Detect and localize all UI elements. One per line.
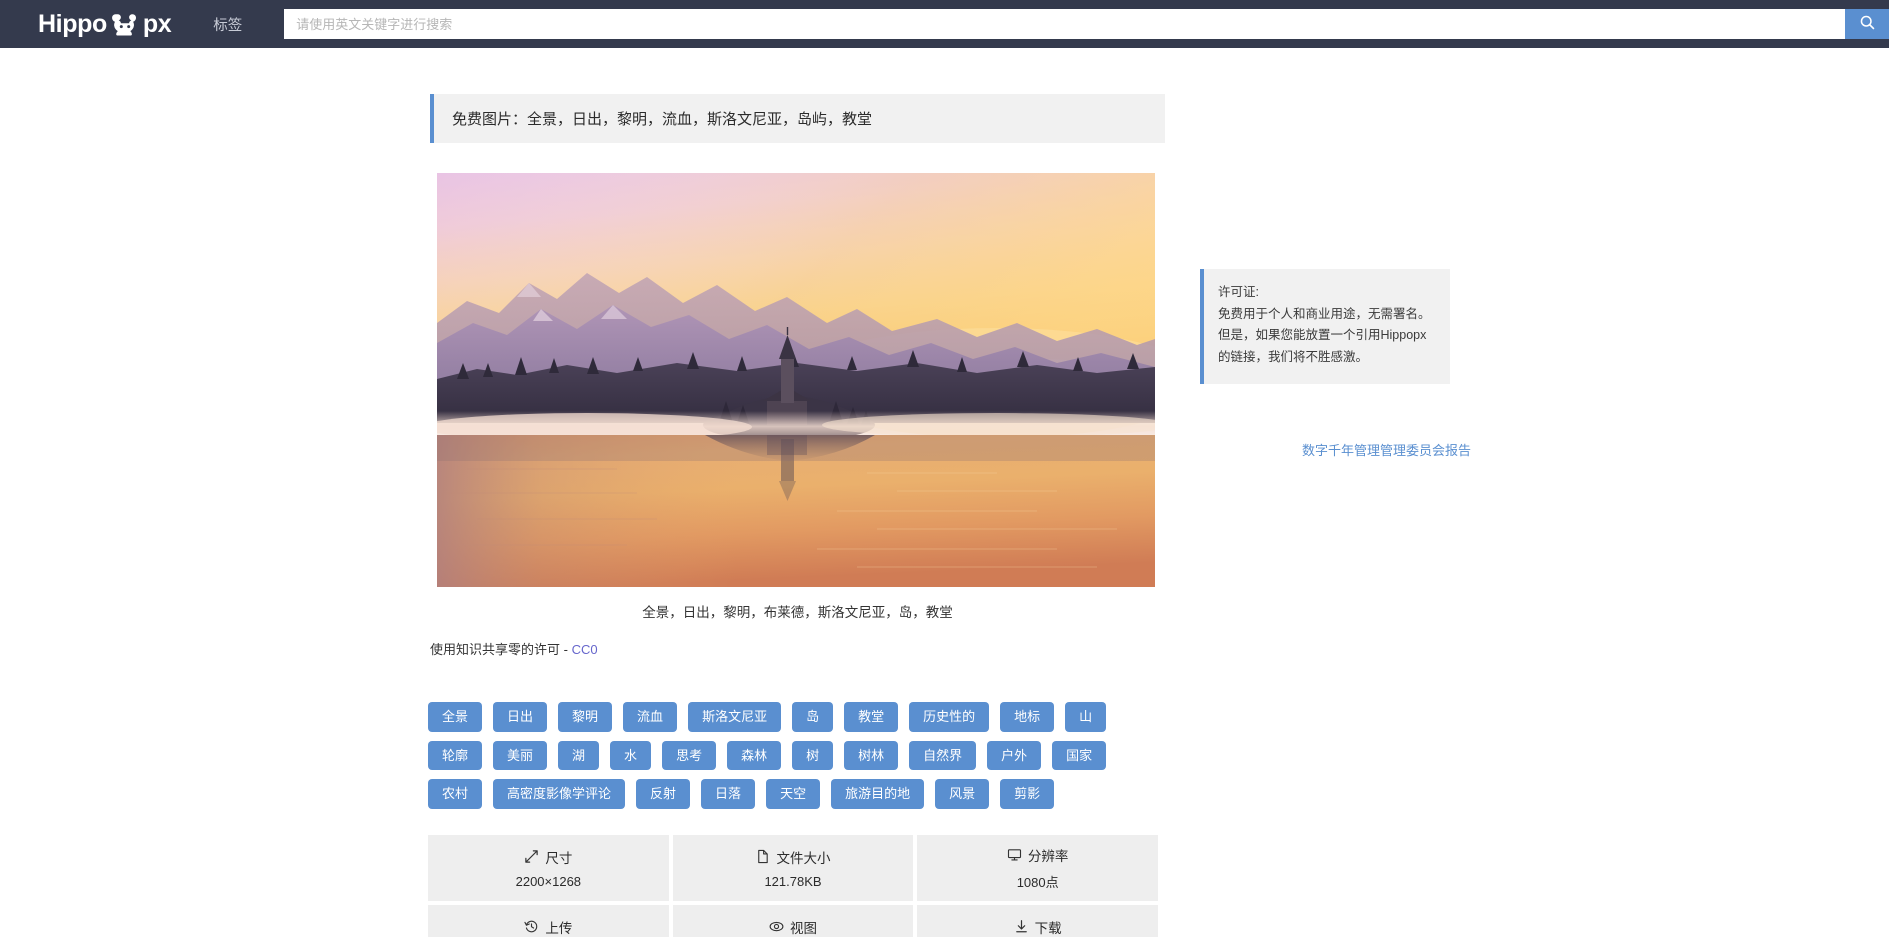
info-card-label: 视图 [789, 920, 817, 936]
search-button[interactable] [1845, 9, 1889, 39]
info-card-value: 121.78KB [764, 873, 822, 889]
page-title: 免费图片：全景，日出，黎明，流血，斯洛文尼亚，岛屿，教堂 [430, 94, 1165, 143]
search-bar [284, 9, 1889, 39]
file-icon [755, 849, 770, 864]
tag-item[interactable]: 湖 [558, 740, 600, 771]
brand-text-right: px [142, 9, 172, 38]
info-card-label: 下载 [1034, 920, 1062, 936]
info-card-header: 尺寸 [524, 847, 572, 867]
cc0-link[interactable]: CC0 [572, 642, 598, 657]
tag-item[interactable]: 流血 [623, 702, 678, 732]
sidebar-column: 许可证: 免费用于个人和商业用途，无需署名。但是，如果您能放置一个引用Hippo… [1178, 64, 1878, 937]
tag-item[interactable]: 日落 [701, 779, 756, 809]
brand-text-left: Hippo [38, 9, 107, 38]
info-card-label: 上传 [545, 920, 573, 936]
tag-item[interactable]: 教堂 [844, 702, 899, 732]
tag-item[interactable]: 全景 [428, 702, 483, 732]
nav-item-tags[interactable]: 标签 [213, 14, 242, 35]
info-card-filesize: 文件大小 121.78KB [672, 834, 914, 901]
photo-viewer[interactable] [437, 173, 1155, 587]
site-logo[interactable]: Hippo px [38, 9, 172, 38]
dmca-report-link[interactable]: 数字千年管理管理委员会报告 [1302, 440, 1471, 459]
tag-item[interactable]: 地标 [1000, 702, 1055, 732]
info-card-grid: 尺寸 2200×1268 文件大小 121.78KB 分辨率 1080点 上传 … [428, 834, 1158, 937]
license-box-body: 免费用于个人和商业用途，无需署名。但是，如果您能放置一个引用Hippopx的链接… [1218, 306, 1431, 364]
tag-item[interactable]: 美丽 [493, 740, 548, 771]
tag-item[interactable]: 思考 [662, 740, 717, 771]
info-card-header: 视图 [769, 917, 817, 937]
tag-item[interactable]: 斯洛文尼亚 [688, 702, 782, 732]
tag-item[interactable]: 天空 [766, 779, 821, 809]
tag-item[interactable]: 树林 [844, 740, 899, 771]
top-navbar: Hippo px 标签 [0, 0, 1889, 48]
photo-caption: 全景，日出，黎明，布莱德，斯洛文尼亚，岛，教堂 [642, 605, 953, 620]
monitor-icon [1007, 847, 1022, 862]
tag-item[interactable]: 日出 [493, 702, 548, 732]
hippo-icon [110, 12, 140, 38]
tag-item[interactable]: 国家 [1052, 740, 1107, 771]
info-card-views: 视图 4127 [672, 904, 914, 937]
download-icon [1014, 919, 1029, 934]
tag-item[interactable]: 山 [1065, 702, 1107, 732]
info-card-label: 分辨率 [1027, 848, 1069, 864]
resize-arrows-icon [524, 849, 539, 864]
info-card-downloads: 下载 7941 [917, 904, 1158, 937]
search-input[interactable] [284, 9, 1845, 39]
tag-item[interactable]: 黎明 [558, 702, 613, 732]
info-card-label: 尺寸 [545, 850, 573, 866]
info-card-header: 文件大小 [755, 847, 830, 867]
tag-item[interactable]: 反射 [636, 779, 691, 809]
tag-item[interactable]: 户外 [987, 740, 1042, 771]
license-line: 使用知识共享零的许可 - CC0 [430, 639, 1178, 658]
tag-item[interactable]: 岛 [792, 702, 834, 732]
info-card-upload: 上传 2017-10-23 [428, 904, 669, 937]
info-card-header: 分辨率 [1007, 845, 1069, 865]
info-card-label: 文件大小 [776, 850, 831, 866]
tag-list: 全景 日出 黎明 流血 斯洛文尼亚 岛 教堂 历史性的 地标 山 轮廓 美丽 湖… [428, 702, 1168, 809]
tag-item[interactable]: 树 [792, 740, 834, 771]
tag-item[interactable]: 自然界 [909, 740, 977, 771]
license-box-title: 许可证: [1218, 285, 1259, 299]
tag-item[interactable]: 轮廓 [428, 740, 483, 771]
tag-item[interactable]: 农村 [428, 779, 483, 809]
main-column: 免费图片：全景，日出，黎明，流血，斯洛文尼亚，岛屿，教堂 全景，日出，黎明，布莱… [0, 64, 1178, 937]
history-clock-icon [524, 919, 539, 934]
tag-item[interactable]: 水 [610, 740, 652, 771]
tag-item[interactable]: 旅游目的地 [831, 779, 925, 809]
info-card-header: 上传 [524, 917, 572, 937]
photo-image [437, 173, 1155, 587]
tag-item[interactable]: 历史性的 [909, 702, 990, 732]
tag-item[interactable]: 高密度影像学评论 [493, 779, 626, 809]
info-card-resolution: 分辨率 1080点 [917, 834, 1158, 901]
info-card-dimensions: 尺寸 2200×1268 [428, 834, 669, 901]
info-card-value: 2200×1268 [515, 873, 582, 889]
search-icon [1859, 14, 1876, 34]
tag-item[interactable]: 森林 [727, 740, 782, 771]
tag-item[interactable]: 风景 [935, 779, 990, 809]
info-card-header: 下载 [1014, 917, 1062, 937]
license-info-box: 许可证: 免费用于个人和商业用途，无需署名。但是，如果您能放置一个引用Hippo… [1200, 269, 1450, 384]
page-body: 免费图片：全景，日出，黎明，流血，斯洛文尼亚，岛屿，教堂 全景，日出，黎明，布莱… [0, 48, 1889, 937]
license-text: 使用知识共享零的许可 [430, 642, 561, 657]
license-separator: - [563, 642, 568, 657]
info-card-value: 1080点 [1016, 874, 1059, 890]
eye-icon [769, 919, 784, 934]
tag-item[interactable]: 剪影 [1000, 779, 1055, 809]
